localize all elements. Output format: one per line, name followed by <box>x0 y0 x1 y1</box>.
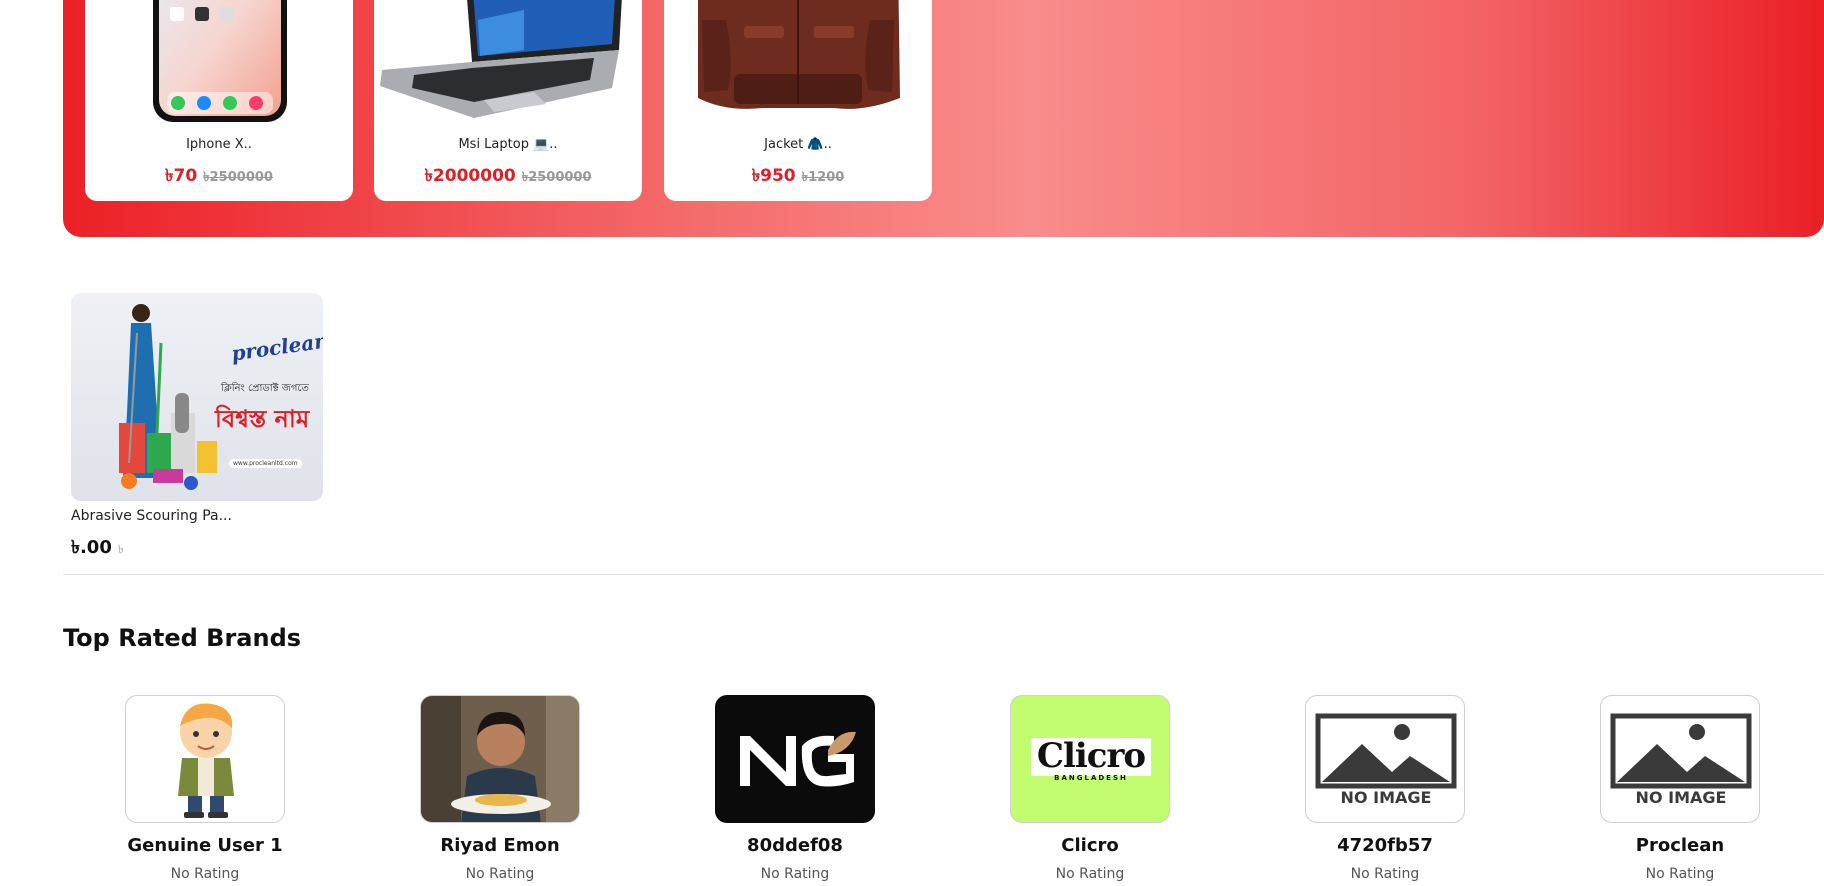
brand-rating: No Rating <box>1645 866 1715 882</box>
brand-logo[interactable]: Clicro BANGLADESH <box>1010 695 1170 823</box>
no-image-label: NO IMAGE <box>1340 788 1432 807</box>
flash-sale-banner: Iphone X.. ৳70 ৳2500000 Msi Laptop 💻.. ৳2… <box>63 0 1824 237</box>
section-title: Top Rated Brands <box>63 624 302 652</box>
price-old: ৳2500000 <box>521 170 592 185</box>
iphone-image <box>153 0 287 122</box>
price-current: ৳2000000 <box>424 166 516 186</box>
brand-card[interactable]: Clicro BANGLADESH Clicro No Rating <box>990 695 1190 882</box>
brand-name[interactable]: Proclean <box>1580 835 1780 856</box>
product-price: ৳.00 <box>71 537 112 558</box>
brand-rating: No Rating <box>170 866 240 882</box>
brand-logo[interactable]: NO IMAGE <box>1600 695 1760 823</box>
flash-product-card[interactable]: Msi Laptop 💻.. ৳2000000 ৳2500000 <box>374 0 642 201</box>
product-price-row: ৳.00 ৳ <box>71 533 323 564</box>
flash-product-prices: ৳2000000 ৳2500000 <box>374 163 642 191</box>
flash-product-card[interactable]: Jacket 🧥.. ৳950 ৳1200 <box>664 0 932 201</box>
brand-name[interactable]: Riyad Emon <box>400 835 600 856</box>
brand-name[interactable]: Genuine User 1 <box>105 835 305 856</box>
brand-card[interactable]: Genuine User 1 No Rating <box>105 695 305 882</box>
brand-card[interactable]: NO IMAGE 4720fb57 No Rating <box>1285 695 1485 882</box>
flash-product-name[interactable]: Msi Laptop 💻.. <box>374 137 642 152</box>
price-current: ৳70 <box>165 166 198 186</box>
product-image[interactable]: proclean ক্লিনিং প্রোডাক্ট জগতে বিশ্বস্ত… <box>71 293 323 501</box>
product-card[interactable]: proclean ক্লিনিং প্রোডাক্ট জগতে বিশ্বস্ত… <box>71 293 323 564</box>
flash-product-name[interactable]: Iphone X.. <box>85 137 353 152</box>
flash-product-prices: ৳70 ৳2500000 <box>85 163 353 191</box>
image-url: www.procleanltd.com <box>229 459 302 468</box>
brand-card[interactable]: NO IMAGE Proclean No Rating <box>1580 695 1780 882</box>
brand-rating: No Rating <box>1055 866 1125 882</box>
price-old: ৳1200 <box>801 170 845 185</box>
section-divider <box>63 574 1824 575</box>
no-image-label: NO IMAGE <box>1635 788 1727 807</box>
brand-card[interactable]: 80ddef08 No Rating <box>695 695 895 882</box>
brand-rating: No Rating <box>1350 866 1420 882</box>
brands-list: Genuine User 1 No Rating Riyad Emon No R… <box>63 695 1824 886</box>
brand-rating: No Rating <box>465 866 535 882</box>
laptop-image <box>380 0 622 118</box>
jacket-image <box>698 0 900 109</box>
brand-card[interactable]: Riyad Emon No Rating <box>400 695 600 882</box>
ng-logo-icon <box>740 731 856 787</box>
brand-name[interactable]: 80ddef08 <box>695 835 895 856</box>
price-current: ৳950 <box>751 166 796 186</box>
product-old-price: ৳ <box>117 542 124 556</box>
brand-logo[interactable]: NO IMAGE <box>1305 695 1465 823</box>
flash-product-prices: ৳950 ৳1200 <box>664 163 932 191</box>
page: Iphone X.. ৳70 ৳2500000 Msi Laptop 💻.. ৳2… <box>0 0 1824 886</box>
brand-name[interactable]: 4720fb57 <box>1285 835 1485 856</box>
brand-logo[interactable] <box>715 695 875 823</box>
price-old: ৳2500000 <box>203 170 273 185</box>
brand-name[interactable]: Clicro <box>990 835 1190 856</box>
clicro-logo-sub: BANGLADESH <box>1054 774 1128 782</box>
brand-logo[interactable] <box>125 695 285 823</box>
flash-product-card[interactable]: Iphone X.. ৳70 ৳2500000 <box>85 0 353 201</box>
image-headline: বিশ্বস্ত নাম <box>215 405 310 433</box>
product-title[interactable]: Abrasive Scouring Pa... <box>71 508 323 524</box>
brand-logo[interactable] <box>420 695 580 823</box>
brand-rating: No Rating <box>760 866 830 882</box>
image-tagline: ক্লিনিং প্রোডাক্ট জগতে <box>221 383 309 394</box>
flash-product-name[interactable]: Jacket 🧥.. <box>664 137 932 152</box>
clicro-logo-text: Clicro <box>1036 736 1146 776</box>
